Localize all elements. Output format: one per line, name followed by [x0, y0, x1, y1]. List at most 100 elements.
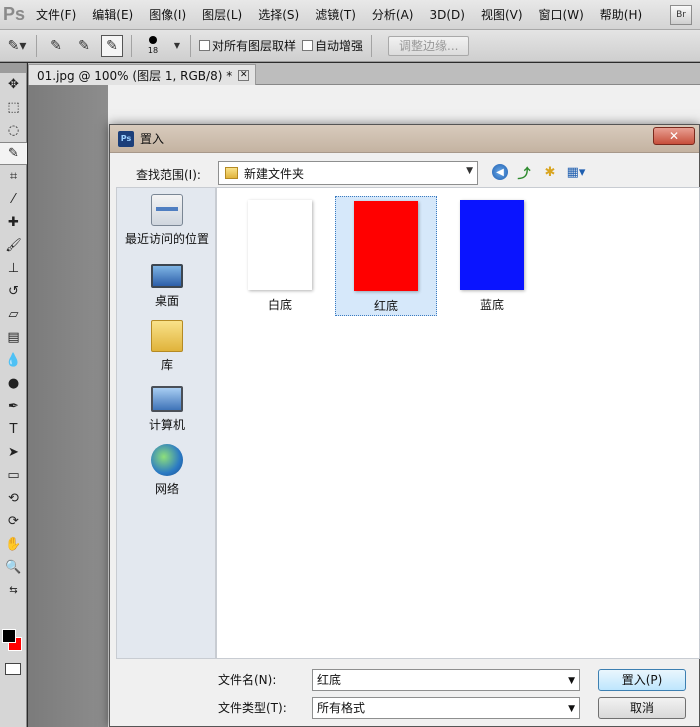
brush-size: 18 [147, 46, 159, 55]
menu-3d[interactable]: 3D(D) [421, 0, 472, 30]
healing-brush-tool-icon[interactable]: ✚ [0, 211, 27, 234]
chevron-down-icon[interactable]: ▼ [568, 671, 575, 691]
place-network[interactable]: 网络 [117, 444, 217, 497]
filetype-label: 文件类型(T): [218, 701, 287, 715]
file-item-selected[interactable]: 红底 [335, 196, 437, 316]
menu-layer[interactable]: 图层(L) [194, 0, 250, 30]
filename-input[interactable]: 红底 ▼ [312, 669, 580, 691]
place-label: 桌面 [154, 294, 179, 308]
photoshop-icon: Ps [118, 130, 134, 147]
path-selection-tool-icon[interactable]: ➤ [0, 441, 27, 464]
sample-all-layers-checkbox[interactable]: 对所有图层取样 [199, 37, 296, 54]
blur-tool-icon[interactable]: 💧 [0, 349, 27, 372]
menu-help[interactable]: 帮助(H) [592, 0, 650, 30]
3d-orbit-tool-icon[interactable]: ⟳ [0, 510, 27, 533]
look-in-label: 查找范围(I): [136, 167, 201, 182]
refine-edge-button[interactable]: 调整边缘... [388, 35, 470, 56]
filetype-value: 所有格式 [317, 701, 366, 715]
document-tab[interactable]: 01.jpg @ 100% (图层 1, RGB/8) * ✕ [28, 64, 257, 85]
checkbox-label: 自动增强 [315, 39, 364, 53]
add-to-selection-icon[interactable]: ✎ [73, 35, 95, 57]
3d-rotate-tool-icon[interactable]: ⟲ [0, 487, 27, 510]
chevron-down-icon[interactable]: ▼ [568, 699, 575, 719]
menu-view[interactable]: 视图(V) [473, 0, 531, 30]
quick-selection-tool-icon[interactable]: ✎▾ [6, 35, 28, 57]
chevron-down-icon[interactable]: ▼ [172, 35, 182, 57]
menu-file[interactable]: 文件(F) [28, 0, 84, 30]
menu-filter[interactable]: 滤镜(T) [307, 0, 364, 30]
quick-selection-tool-icon[interactable]: ✎ [0, 142, 27, 165]
checkbox-box[interactable] [199, 40, 210, 51]
divider [371, 34, 373, 57]
close-icon[interactable]: ✕ [238, 69, 250, 81]
brush-picker[interactable]: 18 [140, 32, 166, 60]
place-computer[interactable]: 计算机 [117, 382, 217, 433]
crop-tool-icon[interactable]: ⌗ [0, 165, 27, 188]
marquee-tool-icon[interactable]: ⬚ [0, 96, 27, 119]
file-item[interactable]: 白底 [229, 196, 331, 316]
menu-window[interactable]: 窗口(W) [531, 0, 592, 30]
gradient-tool-icon[interactable]: ▤ [0, 326, 27, 349]
move-tool-icon[interactable]: ✥ [0, 73, 27, 96]
menu-select[interactable]: 选择(S) [250, 0, 307, 30]
new-folder-icon[interactable]: ✱ [540, 162, 560, 182]
swap-colors-icon[interactable]: ⇆ [0, 579, 27, 602]
history-brush-tool-icon[interactable]: ↺ [0, 280, 27, 303]
file-name: 红底 [373, 299, 398, 313]
place-label: 最近访问的位置 [124, 232, 209, 246]
menu-edit[interactable]: 编辑(E) [84, 0, 141, 30]
document-tab-bar: 01.jpg @ 100% (图层 1, RGB/8) * ✕ [28, 63, 700, 85]
panel-grip[interactable] [0, 63, 26, 73]
dialog-bottom: 文件名(N): 红底 ▼ 置入(P) 文件类型(T): 所有格式 ▼ 取消 [110, 665, 700, 727]
checkbox-box[interactable] [302, 40, 314, 51]
zoom-tool-icon[interactable]: 🔍 [0, 556, 27, 579]
filetype-select[interactable]: 所有格式 ▼ [312, 697, 580, 719]
foreground-color-swatch[interactable] [2, 629, 16, 643]
brush-tool-icon[interactable]: 🖌 [0, 234, 27, 257]
auto-enhance-checkbox[interactable]: 自动增强 [302, 37, 363, 54]
menu-image[interactable]: 图像(I) [141, 0, 194, 30]
place-dialog: Ps 置入 ✕ 查找范围(I): 新建文件夹 ▼ ◀ ⤴ ✱ ▦▾ 最近访问的位… [109, 124, 700, 727]
type-tool-icon[interactable]: T [0, 418, 27, 441]
hand-tool-icon[interactable]: ✋ [0, 533, 27, 556]
quick-mask-icon[interactable] [5, 663, 21, 675]
network-icon [151, 444, 183, 476]
file-list[interactable]: 白底 红底 蓝底 [216, 187, 700, 659]
divider [131, 34, 132, 57]
file-name: 蓝底 [479, 298, 504, 312]
subtract-from-selection-icon[interactable]: ✎ [101, 34, 123, 57]
bridge-button[interactable]: Br [670, 4, 692, 25]
eyedropper-tool-icon[interactable]: ⁄ [0, 188, 27, 211]
file-item[interactable]: 蓝底 [441, 196, 543, 316]
filename-label: 文件名(N): [218, 673, 277, 687]
place-libraries[interactable]: 库 [117, 320, 217, 373]
close-button[interactable]: ✕ [653, 127, 695, 145]
file-name: 白底 [267, 298, 292, 312]
file-thumbnail [248, 200, 312, 290]
photoshop-logo: Ps [2, 4, 26, 24]
new-selection-icon[interactable]: ✎ [45, 35, 67, 57]
place-desktop[interactable]: 桌面 [117, 258, 217, 309]
chevron-down-icon[interactable]: ▼ [466, 166, 473, 176]
dodge-tool-icon[interactable]: ● [0, 372, 27, 395]
dialog-titlebar[interactable]: Ps 置入 ✕ [110, 125, 699, 153]
navigation-toolbar: ◀ ⤴ ✱ ▦▾ [492, 162, 586, 182]
place-label: 计算机 [148, 418, 185, 432]
menu-analysis[interactable]: 分析(A) [364, 0, 422, 30]
up-folder-icon[interactable]: ⤴ [514, 162, 534, 182]
place-button[interactable]: 置入(P) [598, 669, 686, 691]
look-in-dropdown[interactable]: 新建文件夹 ▼ [218, 161, 478, 185]
view-menu-icon[interactable]: ▦▾ [566, 162, 586, 182]
eraser-tool-icon[interactable]: ▱ [0, 303, 27, 326]
place-label: 网络 [154, 482, 179, 496]
tools-panel: ✥ ⬚ ◌ ✎ ⌗ ⁄ ✚ 🖌 ⊥ ↺ ▱ ▤ 💧 ● ✒ T ➤ ▭ ⟲ ⟳ … [0, 63, 27, 727]
cancel-button[interactable]: 取消 [598, 697, 686, 719]
computer-icon [151, 386, 183, 412]
clone-stamp-tool-icon[interactable]: ⊥ [0, 257, 27, 280]
shape-tool-icon[interactable]: ▭ [0, 464, 27, 487]
back-icon[interactable]: ◀ [492, 164, 508, 180]
options-bar: ✎▾ ✎ ✎ ✎ 18 ▼ 对所有图层取样 自动增强 调整边缘... [0, 30, 700, 62]
lasso-tool-icon[interactable]: ◌ [0, 119, 27, 142]
pen-tool-icon[interactable]: ✒ [0, 395, 27, 418]
place-recent[interactable]: 最近访问的位置 [117, 194, 217, 247]
